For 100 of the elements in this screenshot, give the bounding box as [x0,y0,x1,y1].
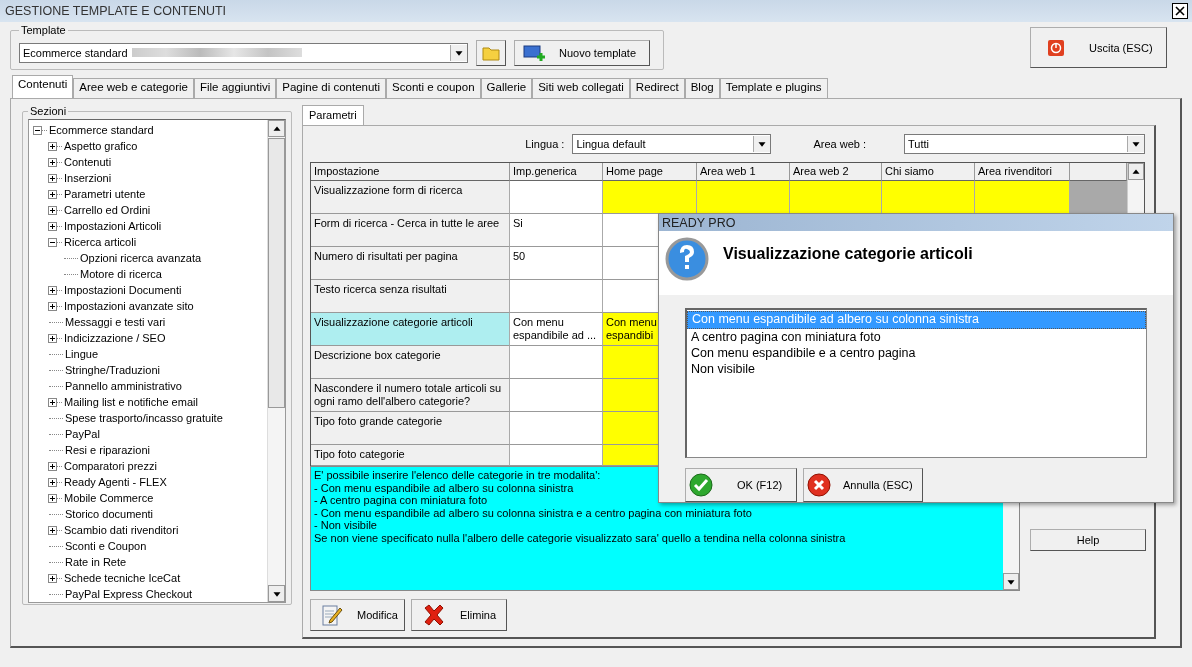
tree-item[interactable]: Scambio dati rivenditori [63,524,180,536]
tab[interactable]: Gallerie [480,78,533,98]
tree-item[interactable]: Pannello amministrativo [64,380,183,392]
table-cell[interactable]: Tipo foto grande categorie [311,412,510,445]
tree-item[interactable]: PayPal [64,428,101,440]
tree-item[interactable]: Ready Agenti - FLEX [63,476,168,488]
table-cell[interactable] [510,181,603,214]
expand-icon[interactable] [48,221,57,231]
close-button[interactable] [1172,3,1188,19]
table-cell[interactable]: Tipo foto categorie [311,445,510,466]
tree-item[interactable]: Sconti e Coupon [64,540,148,552]
tree-item[interactable]: Spese trasporto/incasso gratuite [64,412,224,424]
tree-item[interactable]: Impostazioni avanzate sito [63,300,195,312]
table-cell[interactable] [697,181,790,214]
tree-item[interactable]: Opzioni ricerca avanzata [79,252,203,264]
expand-icon[interactable] [48,477,57,487]
expand-icon[interactable] [48,173,57,183]
scrollbar[interactable] [267,120,285,602]
tree-item[interactable]: Comparatori prezzi [63,460,158,472]
list-option[interactable]: Non visibile [687,361,1146,378]
tree-item[interactable]: Impostazioni Articoli [63,220,163,232]
edit-button[interactable]: Modifica [310,599,405,631]
tree-connector [49,513,63,515]
tab[interactable]: Blog [684,78,720,98]
table-cell[interactable] [510,379,603,412]
table-cell[interactable] [510,412,603,445]
table-cell[interactable] [510,445,603,466]
expand-icon[interactable] [48,525,57,535]
delete-button[interactable]: Elimina [411,599,507,631]
tab[interactable]: Redirect [629,78,685,98]
table-cell[interactable]: 50 [510,247,603,280]
tree-item[interactable]: PayPal Express Checkout [64,588,194,600]
tree-item[interactable]: Storico documenti [64,508,155,520]
new-template-button[interactable]: Nuovo template [514,39,650,66]
tree-item[interactable]: Parametri utente [63,188,147,200]
open-folder-button[interactable] [476,39,506,66]
table-cell[interactable]: Descrizione box categorie [311,346,510,379]
expand-icon[interactable] [48,493,57,503]
filter-dropdown[interactable]: Tutti [904,134,1145,154]
tree-item[interactable]: Ricerca articoli [63,236,138,248]
table-cell[interactable]: Visualizzazione categorie articoli [311,313,510,346]
expand-icon[interactable] [48,573,57,583]
table-cell[interactable]: Testo ricerca senza risultati [311,280,510,313]
table-cell[interactable]: Numero di risultati per pagina [311,247,510,280]
tree-item[interactable]: Inserzioni [63,172,113,184]
expand-icon[interactable] [48,157,57,167]
expand-icon[interactable] [48,301,57,311]
table-cell[interactable] [975,181,1070,214]
tree-item[interactable]: Schede tecniche IceCat [63,572,182,584]
expand-icon[interactable] [48,333,57,343]
tree-item[interactable]: Indicizzazione / SEO [63,332,167,344]
tab[interactable]: Contenuti [12,75,74,98]
tree-item[interactable]: Impostazioni Documenti [63,284,183,296]
tree-item[interactable]: Lingue [64,348,100,360]
table-cell[interactable]: Nascondere il numero totale articoli su ogni ramo dell'albero categorie? [311,379,510,412]
table-cell[interactable] [882,181,975,214]
tab[interactable]: Template e plugins [719,78,828,98]
tree-item[interactable]: Contenuti [63,156,113,168]
tree-item[interactable]: Carrello ed Ordini [63,204,152,216]
expand-icon[interactable] [48,461,57,471]
table-cell[interactable] [603,181,697,214]
table-cell[interactable] [790,181,882,214]
tree-item[interactable]: Rate in Rete [64,556,128,568]
list-option[interactable]: Con menu espandibile e a centro pagina [687,345,1146,362]
collapse-icon[interactable] [33,125,42,135]
expand-icon[interactable] [48,397,57,407]
tree-item[interactable]: Mobile Commerce [63,492,155,504]
tree-item[interactable]: Mailing list e notifiche email [63,396,199,408]
tree-item[interactable]: Ecommerce standard [48,124,155,136]
tree-item[interactable]: Aspetto grafico [63,140,139,152]
table-cell[interactable]: Con menu espandibile ad ... [510,313,603,346]
expand-icon[interactable] [48,285,57,295]
dialog-heading: Visualizzazione categorie articoli [723,244,973,265]
help-button[interactable]: Help [1030,529,1146,551]
tree-item[interactable]: Messaggi e testi vari [64,316,167,328]
tab[interactable]: Sconti e coupon [386,78,481,98]
cancel-button[interactable]: Annulla (ESC) [803,468,923,502]
tree-item[interactable]: Stringhe/Traduzioni [64,364,161,376]
table-cell[interactable]: Si [510,214,603,247]
tab[interactable]: Parametri [302,105,364,125]
tab[interactable]: Siti web collegati [532,78,630,98]
exit-button[interactable]: Uscita (ESC) [1030,27,1167,68]
collapse-icon[interactable] [48,237,57,247]
expand-icon[interactable] [48,141,57,151]
expand-icon[interactable] [48,189,57,199]
tree-item[interactable]: Resi e riparazioni [64,444,151,456]
folder-icon [482,44,500,61]
tree-item[interactable]: Motore di ricerca [79,268,163,280]
tab[interactable]: File aggiuntivi [193,78,277,98]
table-cell[interactable]: Visualizzazione form di ricerca [311,181,510,214]
template-dropdown[interactable]: Ecommerce standard [19,42,468,63]
tab[interactable]: Aree web e categorie [73,78,194,98]
tree-connector [49,369,63,371]
table-cell[interactable]: Form di ricerca - Cerca in tutte le aree [311,214,510,247]
tab[interactable]: Pagine di contenuti [276,78,387,98]
ok-button[interactable]: OK (F12) [685,468,797,502]
expand-icon[interactable] [48,205,57,215]
table-cell[interactable] [510,280,603,313]
table-cell[interactable] [510,346,603,379]
filter-dropdown[interactable]: Lingua default [572,134,772,154]
